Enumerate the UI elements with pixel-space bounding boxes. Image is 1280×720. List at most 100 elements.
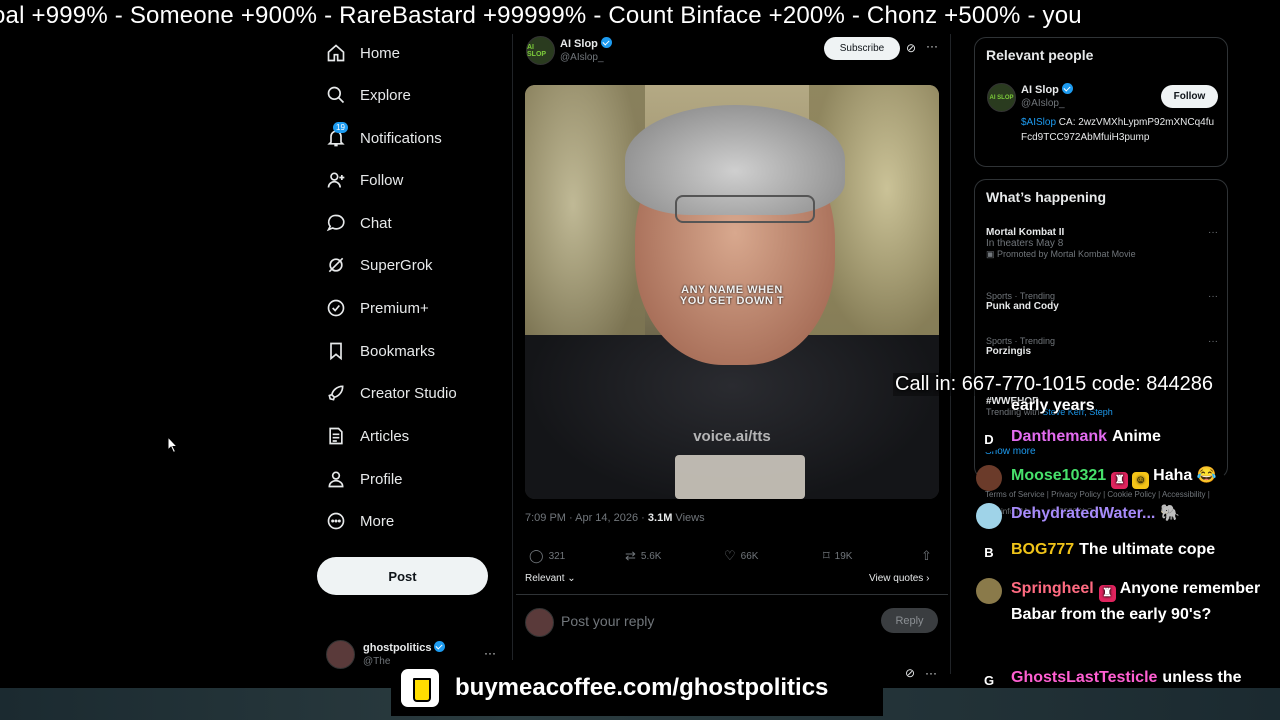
avatar[interactable]: AI SLOP [526, 36, 555, 65]
nav-label: Home [360, 44, 401, 62]
nav-item-creator-studio[interactable]: Creator Studio [326, 376, 457, 410]
account-handle: @The [363, 656, 391, 667]
chat-avatar [976, 503, 1002, 529]
avatar [326, 640, 355, 669]
grok-icon[interactable]: ⊘ ··· [905, 666, 937, 680]
bookmark-count: 19K [834, 550, 853, 562]
video-caption: ANY NAME WHEN YOU GET DOWN T [525, 285, 939, 307]
view-quotes-link[interactable]: View quotes › [869, 573, 929, 584]
trend-category: Sports · Trending [986, 291, 1056, 301]
reply-action[interactable]: ◯ 321 [529, 548, 565, 564]
bookmark-action[interactable]: ⌑ 19K [823, 548, 852, 564]
repost-action[interactable]: ⇄ 5.6K [625, 548, 661, 564]
video-watermark: voice.ai/tts [693, 428, 771, 445]
more-dots-icon[interactable]: ··· [1208, 227, 1218, 238]
author-handle[interactable]: @AIslop_ [560, 52, 604, 63]
bookmark-icon [326, 341, 346, 361]
nav-item-home[interactable]: Home [326, 36, 400, 70]
share-action[interactable]: ⇧ [921, 548, 937, 564]
chat-text: 🐘 [1160, 505, 1181, 522]
card-title: What’s happening [986, 189, 1107, 205]
chat-message: D Danthemank Anime [972, 424, 1272, 452]
nav-label: Follow [360, 171, 404, 189]
cashtag-link[interactable]: $AISlop [1021, 117, 1056, 128]
person-handle: @AIslop_ [1021, 98, 1065, 109]
more-dots-icon[interactable]: ··· [484, 646, 496, 660]
nav-label: Bookmarks [360, 342, 436, 360]
emote-icon: ☺ [1132, 472, 1150, 489]
follow-button[interactable]: Follow [1161, 85, 1218, 108]
home-icon [326, 43, 346, 63]
view-quotes-label: View quotes [869, 573, 924, 584]
chat-message: B BOG777 The ultimate cope [972, 537, 1272, 565]
reply-composer: Post your reply Reply [525, 607, 939, 639]
video-figure-glasses [675, 195, 815, 223]
nav-item-premium[interactable]: Premium+ [326, 291, 429, 325]
grok-icon[interactable]: ⊘ [906, 41, 916, 55]
trend-title: Porzingis [986, 346, 1032, 357]
card-title: Relevant people [986, 47, 1094, 63]
grok-icon [326, 255, 346, 275]
author-name: AI Slop [560, 38, 598, 50]
post-button[interactable]: Post [317, 557, 488, 595]
sort-dropdown[interactable]: Relevant ⌄ [525, 573, 576, 584]
person-add-icon [326, 170, 346, 190]
like-count: 66K [740, 550, 759, 562]
tweet-video[interactable]: ANY NAME WHEN YOU GET DOWN T voice.ai/tt… [525, 85, 939, 499]
account-name-row: ghostpolitics [363, 641, 446, 654]
more-circle-icon [326, 511, 346, 531]
repost-count: 5.6K [640, 550, 662, 562]
trend-item[interactable]: Mortal Kombat II In theaters May 8 ▣ Pro… [986, 227, 1218, 260]
nav-label: Profile [360, 470, 403, 488]
mod-badge-icon: ♜ [1111, 472, 1129, 489]
like-action[interactable]: ♡ 66K [724, 548, 758, 564]
person-name-row[interactable]: AI Slop [1021, 83, 1073, 96]
subscribe-button[interactable]: Subscribe [824, 37, 900, 60]
tweet-timestamp[interactable]: 7:09 PM · Apr 14, 2026 · [525, 512, 648, 524]
reply-input[interactable]: Post your reply [561, 613, 654, 629]
nav-item-more[interactable]: More [326, 504, 394, 538]
trend-title: Punk and Cody [986, 301, 1059, 312]
divider [516, 594, 948, 595]
avatar[interactable]: AI SLOP [987, 83, 1016, 112]
chat-message: Moose10321 ♜ ☺ Haha 😂 [972, 463, 1272, 491]
more-dots-icon[interactable]: ··· [926, 39, 938, 53]
views-label: Views [672, 512, 705, 524]
chat-username: BOG777 [1011, 541, 1075, 558]
nav-item-notifications[interactable]: 19 Notifications [326, 121, 442, 155]
more-dots-icon[interactable]: ··· [1208, 336, 1218, 347]
nav-item-chat[interactable]: Chat [326, 206, 392, 240]
nav-label: Creator Studio [360, 384, 457, 402]
column-divider [512, 34, 513, 674]
chevron-down-icon: ⌄ [567, 573, 576, 584]
nav-label: Explore [360, 86, 411, 104]
nav-item-bookmarks[interactable]: Bookmarks [326, 334, 435, 368]
relevant-people-card: Relevant people AI SLOP AI Slop @AIslop_… [974, 37, 1228, 167]
verified-badge-icon [600, 37, 612, 48]
trend-title: Mortal Kombat II [986, 227, 1065, 238]
account-name: ghostpolitics [363, 642, 432, 654]
share-icon: ⇧ [921, 548, 932, 563]
nav-item-explore[interactable]: Explore [326, 78, 411, 112]
nav-label: SuperGrok [360, 256, 433, 274]
trend-item[interactable]: Sports · Trending Punk and Cody ··· [986, 291, 1218, 312]
column-divider [950, 34, 951, 674]
nav-label: Premium+ [360, 299, 429, 317]
more-dots-icon[interactable]: ··· [1208, 291, 1218, 302]
reply-button[interactable]: Reply [881, 608, 938, 633]
nav-item-profile[interactable]: Profile [326, 462, 403, 496]
trend-subtitle: In theaters May 8 [986, 238, 1064, 249]
avatar [525, 608, 554, 637]
chat-message: Springheel ♜ Anyone remember Babar from th… [972, 576, 1272, 627]
trend-item[interactable]: Sports · Trending Porzingis ··· [986, 336, 1218, 357]
trend-category: Sports · Trending [986, 336, 1056, 346]
ticker-text: oal +999% - Someone +900% - RareBastard … [0, 2, 1082, 29]
nav-item-follow[interactable]: Follow [326, 163, 403, 197]
nav-item-articles[interactable]: Articles [326, 419, 409, 453]
author-name-row[interactable]: AI Slop [560, 37, 612, 50]
chat-icon [326, 213, 346, 233]
chat-username: Moose10321 [1011, 467, 1107, 484]
heart-icon: ♡ [724, 548, 736, 563]
nav-item-supergrok[interactable]: SuperGrok [326, 248, 433, 282]
chat-username: Springheel [1011, 580, 1094, 597]
